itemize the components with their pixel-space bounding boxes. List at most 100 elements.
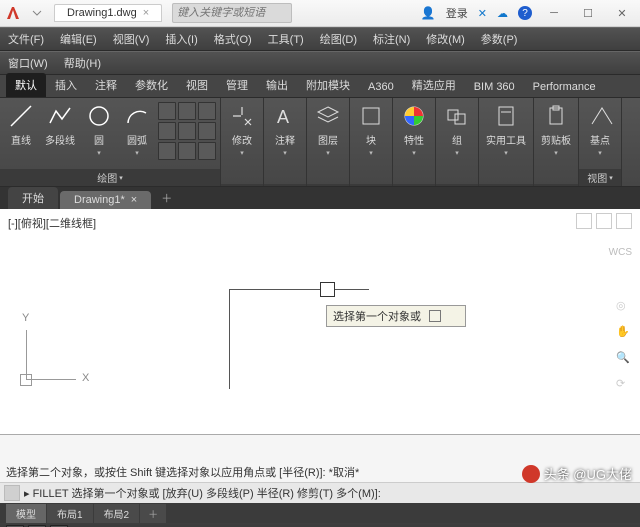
layer-icon <box>314 102 342 130</box>
tab-default[interactable]: 默认 <box>6 73 46 97</box>
tab-featured[interactable]: 精选应用 <box>403 73 465 97</box>
wcs-label: WCS <box>609 247 632 258</box>
menu-insert[interactable]: 插入(I) <box>157 31 205 47</box>
command-flyout-icon[interactable] <box>4 485 20 501</box>
exchange-icon[interactable]: ✕ <box>478 7 487 20</box>
close-tab-icon[interactable]: × <box>131 194 137 206</box>
tab-view[interactable]: 视图 <box>177 73 217 97</box>
drawn-line-vertical <box>229 289 230 389</box>
viewcube[interactable]: WCS <box>576 213 632 258</box>
tab-insert[interactable]: 插入 <box>46 73 86 97</box>
orbit-icon[interactable]: ⟳ <box>616 377 634 395</box>
line-button[interactable]: 直线 <box>4 100 38 149</box>
text-icon: A <box>271 102 299 130</box>
tab-output[interactable]: 输出 <box>257 73 297 97</box>
basepoint-button[interactable]: 基点▾ <box>583 100 617 159</box>
menu-dimension[interactable]: 标注(N) <box>365 31 418 47</box>
signin-icon[interactable]: 👤 <box>421 6 436 20</box>
login-button[interactable]: 登录 <box>446 5 468 21</box>
layer-button[interactable]: 图层▾ <box>311 100 345 159</box>
panel-modify-title <box>221 184 263 186</box>
tab-annotate[interactable]: 注释 <box>86 73 126 97</box>
menu-view[interactable]: 视图(V) <box>105 31 158 47</box>
tab-parametric[interactable]: 参数化 <box>126 73 177 97</box>
menu-tools[interactable]: 工具(T) <box>260 31 312 47</box>
qat-dropdown-icon[interactable] <box>30 6 44 20</box>
menu-draw[interactable]: 绘图(D) <box>312 31 365 47</box>
add-layout-button[interactable]: ＋ <box>140 504 166 523</box>
color-wheel-icon <box>400 102 428 130</box>
ribbon: 直线 多段线 圆▾ 圆弧▾ 绘图▾ 修改▾ A注释▾ 图层▾ 块▾ 特性▾ 组▾… <box>0 98 640 187</box>
doctab-drawing1[interactable]: Drawing1*× <box>60 191 151 209</box>
block-button[interactable]: 块▾ <box>354 100 388 159</box>
doctab-start[interactable]: 开始 <box>8 187 58 209</box>
group-button[interactable]: 组▾ <box>440 100 474 159</box>
menu-edit[interactable]: 编辑(E) <box>52 31 105 47</box>
calculator-icon <box>492 102 520 130</box>
menu-format[interactable]: 格式(O) <box>206 31 260 47</box>
clipboard-button[interactable]: 剪贴板▾ <box>538 100 574 159</box>
line-icon <box>7 102 35 130</box>
help-icon[interactable]: ? <box>518 6 532 20</box>
layout-1[interactable]: 布局1 <box>47 504 93 523</box>
search-input[interactable] <box>172 3 292 23</box>
tab-bim360[interactable]: BIM 360 <box>465 77 524 97</box>
circle-button[interactable]: 圆▾ <box>82 100 116 159</box>
minimize-button[interactable]: ─ <box>542 3 566 23</box>
close-doc-icon[interactable]: × <box>143 7 149 19</box>
clipboard-icon <box>542 102 570 130</box>
block-icon <box>357 102 385 130</box>
properties-button[interactable]: 特性▾ <box>397 100 431 159</box>
command-input[interactable] <box>385 486 636 500</box>
arc-icon <box>123 102 151 130</box>
menu-modify[interactable]: 修改(M) <box>418 31 473 47</box>
group-icon <box>443 102 471 130</box>
cloud-icon[interactable]: ☁ <box>497 7 508 20</box>
watermark-avatar-icon <box>522 465 540 483</box>
maximize-button[interactable]: ☐ <box>576 3 600 23</box>
tooltip-options-icon[interactable] <box>429 310 441 322</box>
utilities-button[interactable]: 实用工具▾ <box>483 100 529 159</box>
document-name: Drawing1.dwg <box>67 7 137 19</box>
menu-file[interactable]: 文件(F) <box>0 31 52 47</box>
document-title-tab[interactable]: Drawing1.dwg × <box>54 4 162 22</box>
command-prompt: ▸ FILLET 选择第一个对象或 [放弃(U) 多段线(P) 半径(R) 修剪… <box>24 485 381 501</box>
steering-wheel-icon[interactable]: ◎ <box>616 299 634 317</box>
close-button[interactable]: ✕ <box>610 3 634 23</box>
modify-button[interactable]: 修改▾ <box>225 100 259 159</box>
command-tooltip: 选择第一个对象或 <box>326 305 466 327</box>
tab-a360[interactable]: A360 <box>359 77 403 97</box>
svg-text:A: A <box>277 107 289 127</box>
polyline-button[interactable]: 多段线 <box>42 100 78 149</box>
basepoint-icon <box>586 102 614 130</box>
layout-2[interactable]: 布局2 <box>94 504 140 523</box>
pan-icon[interactable]: ✋ <box>616 325 634 343</box>
status-bar: 116.3808, 131.1718, 0.0000 模型 ▦ ┼ ∟ 1:1 … <box>0 523 640 527</box>
zoom-icon[interactable]: 🔍 <box>616 351 634 369</box>
menu-parametric[interactable]: 参数(P) <box>473 31 526 47</box>
navigation-bar[interactable]: ◎ ✋ 🔍 ⟳ <box>616 299 634 395</box>
draw-extras[interactable] <box>158 100 216 160</box>
polyline-icon <box>46 102 74 130</box>
ribbon-tabs: 默认 插入 注释 参数化 视图 管理 输出 附加模块 A360 精选应用 BIM… <box>0 75 640 98</box>
document-tabs: 开始 Drawing1*× ＋ <box>0 187 640 209</box>
autocad-app-icon[interactable] <box>0 0 26 26</box>
tab-performance[interactable]: Performance <box>524 77 605 97</box>
viewport-label[interactable]: [-][俯视][二维线框] <box>8 215 96 231</box>
arc-button[interactable]: 圆弧▾ <box>120 100 154 159</box>
layout-model[interactable]: 模型 <box>6 504 46 523</box>
panel-draw-title[interactable]: 绘图▾ <box>0 169 220 186</box>
annotate-button[interactable]: A注释▾ <box>268 100 302 159</box>
new-tab-button[interactable]: ＋ <box>153 187 180 209</box>
menu-window[interactable]: 窗口(W) <box>0 55 56 71</box>
tab-manage[interactable]: 管理 <box>217 73 257 97</box>
cursor-pickbox <box>320 282 335 297</box>
circle-icon <box>85 102 113 130</box>
drawn-line-horizontal <box>229 289 369 290</box>
drawing-viewport[interactable]: [-][俯视][二维线框] WCS ◎ ✋ 🔍 ⟳ 选择第一个对象或 Y X <box>0 209 640 434</box>
tab-addins[interactable]: 附加模块 <box>297 73 359 97</box>
watermark: 头条 @UG大佬 <box>522 464 632 483</box>
menu-help[interactable]: 帮助(H) <box>56 55 109 71</box>
menubar-row1: 文件(F) 编辑(E) 视图(V) 插入(I) 格式(O) 工具(T) 绘图(D… <box>0 27 640 51</box>
modify-icon <box>228 102 256 130</box>
